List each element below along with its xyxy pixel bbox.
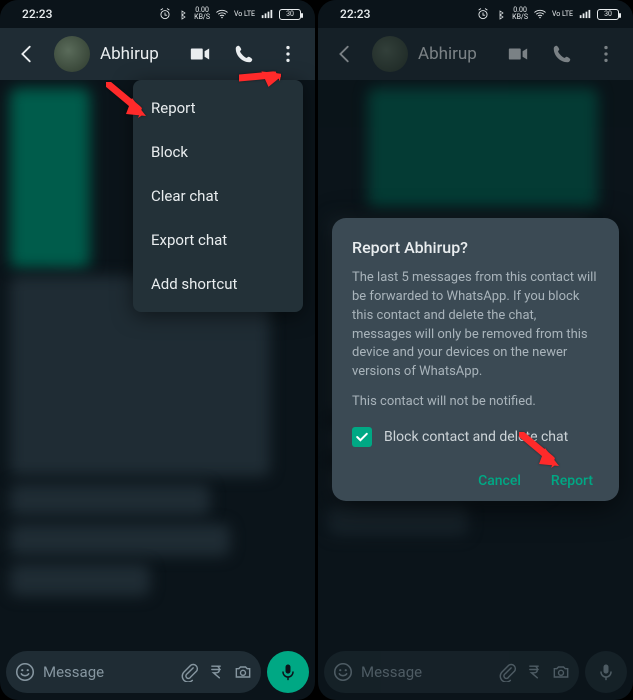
menu-item-export-chat[interactable]: Export chat bbox=[133, 218, 303, 262]
report-dialog: Report Abhirup? The last 5 messages from… bbox=[332, 218, 619, 501]
signal-icon bbox=[260, 7, 274, 21]
video-call-button[interactable] bbox=[183, 37, 217, 71]
dialog-body: The last 5 messages from this contact wi… bbox=[352, 269, 599, 382]
annotation-arrow bbox=[239, 56, 281, 102]
cancel-button[interactable]: Cancel bbox=[478, 473, 521, 489]
mic-icon bbox=[278, 662, 298, 682]
battery-indicator: 30 bbox=[279, 9, 301, 20]
emoji-icon[interactable] bbox=[14, 661, 36, 683]
message-bubble bbox=[10, 484, 210, 516]
phone-right: 22:23 0.00KB/S Vo LTE 30 Abhirup Message bbox=[318, 0, 633, 700]
menu-item-add-shortcut[interactable]: Add shortcut bbox=[133, 262, 303, 306]
checkbox-checked[interactable] bbox=[352, 427, 372, 447]
annotation-arrow bbox=[519, 432, 565, 478]
message-bubble bbox=[10, 564, 150, 596]
input-bar: Message bbox=[0, 650, 315, 700]
alarm-icon bbox=[158, 7, 172, 21]
message-bubble bbox=[10, 88, 90, 268]
menu-item-clear-chat[interactable]: Clear chat bbox=[133, 174, 303, 218]
status-time: 22:23 bbox=[22, 7, 52, 21]
message-input[interactable]: Message bbox=[6, 651, 261, 693]
payment-icon[interactable] bbox=[206, 662, 226, 682]
annotation-arrow bbox=[106, 82, 152, 126]
menu-item-block[interactable]: Block bbox=[133, 130, 303, 174]
phone-left: 22:23 0.00KB/S Vo LTE 30 Abhirup Message bbox=[0, 0, 315, 700]
video-icon bbox=[189, 43, 211, 65]
dialog-title: Report Abhirup? bbox=[352, 238, 599, 257]
attach-icon[interactable] bbox=[179, 662, 199, 682]
status-network: Vo LTE bbox=[234, 11, 255, 18]
options-menu: Report Block Clear chat Export chat Add … bbox=[133, 80, 303, 312]
dialog-note: This contact will not be notified. bbox=[352, 394, 599, 409]
avatar[interactable] bbox=[54, 36, 90, 72]
back-button[interactable] bbox=[10, 37, 44, 71]
bluetooth-icon bbox=[177, 8, 189, 20]
status-bar: 22:23 0.00KB/S Vo LTE 30 bbox=[0, 0, 315, 28]
camera-icon[interactable] bbox=[233, 662, 253, 682]
message-bubble bbox=[10, 524, 230, 556]
status-data-rate: 0.00KB/S bbox=[194, 7, 210, 21]
wifi-icon bbox=[215, 7, 229, 21]
check-icon bbox=[354, 429, 370, 445]
contact-name[interactable]: Abhirup bbox=[100, 44, 173, 64]
message-placeholder: Message bbox=[43, 663, 172, 681]
mic-button[interactable] bbox=[267, 651, 309, 693]
back-icon bbox=[16, 43, 38, 65]
